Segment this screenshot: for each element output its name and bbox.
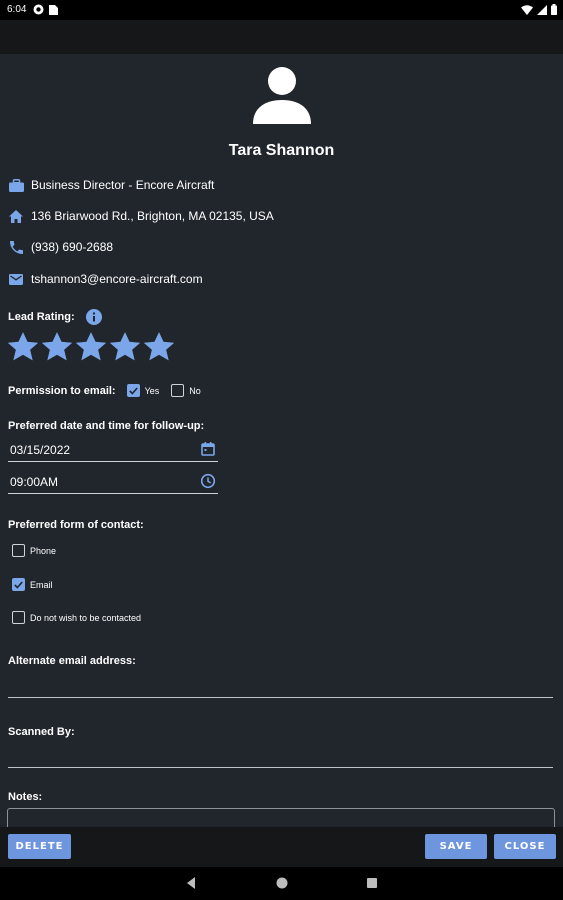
followup-time-field[interactable]: 09:00AM — [8, 472, 218, 494]
delete-button[interactable]: DELETE — [8, 834, 71, 859]
mail-icon — [8, 271, 24, 287]
phone-option-label: Phone — [30, 545, 57, 556]
star-icon[interactable] — [42, 332, 72, 362]
phone-icon — [8, 239, 24, 255]
signal-icon — [537, 4, 547, 15]
contact-option-phone[interactable]: Phone — [12, 544, 56, 557]
contact-option-email[interactable]: Email — [12, 578, 53, 591]
app-notification-icon — [33, 4, 44, 15]
save-button[interactable]: SAVE — [425, 834, 487, 859]
notes-textarea[interactable] — [7, 808, 555, 827]
clock-icon[interactable] — [200, 473, 216, 489]
calendar-icon[interactable] — [200, 441, 216, 457]
do-not-contact-checkbox[interactable] — [12, 611, 25, 624]
wifi-icon — [521, 4, 533, 15]
followup-time-value: 09:00AM — [10, 475, 59, 489]
email-option-label: Email — [30, 579, 53, 590]
contact-title: Business Director - Encore Aircraft — [31, 178, 215, 192]
permission-yes-checkbox[interactable] — [126, 384, 140, 397]
contact-email[interactable]: tshannon3@encore-aircraft.com — [31, 272, 203, 286]
star-icon[interactable] — [110, 332, 140, 362]
status-left-icons — [33, 4, 58, 15]
phone-checkbox[interactable] — [12, 544, 25, 557]
contact-option-do-not-contact[interactable]: Do not wish to be contacted — [12, 611, 141, 624]
notes-label: Notes: — [8, 791, 43, 803]
system-nav-bar — [0, 867, 563, 900]
permission-label: Permission to email: — [8, 384, 116, 397]
contact-phone[interactable]: (938) 690-2688 — [31, 240, 113, 254]
followup-date-value: 03/15/2022 — [10, 443, 71, 457]
contact-address[interactable]: 136 Briarwood Rd., Brighton, MA 02135, U… — [31, 209, 274, 223]
star-icon[interactable] — [144, 332, 174, 362]
home-nav-icon[interactable] — [275, 876, 289, 890]
followup-label: Preferred date and time for follow-up: — [8, 420, 205, 432]
permission-no-label: No — [189, 385, 201, 396]
lead-detail-content: Tara Shannon Business Director - Encore … — [0, 54, 563, 827]
phone-row[interactable]: (938) 690-2688 — [8, 239, 113, 255]
bottom-action-bar: DELETE SAVE CLOSE — [0, 827, 563, 867]
status-bar: 6:04 — [0, 0, 563, 20]
scanned-by-label: Scanned By: — [8, 726, 75, 738]
home-icon — [8, 208, 24, 224]
sim-card-icon — [49, 5, 58, 15]
star-icon[interactable] — [76, 332, 106, 362]
alt-email-input[interactable] — [8, 696, 553, 698]
title-row: Business Director - Encore Aircraft — [8, 177, 214, 193]
permission-row: Permission to email: Yes No — [8, 384, 201, 397]
status-right-icons — [521, 4, 557, 15]
avatar-person-icon — [253, 67, 311, 124]
briefcase-icon — [8, 177, 24, 193]
star-icon[interactable] — [8, 332, 38, 362]
back-icon[interactable] — [184, 876, 198, 890]
status-time: 6:04 — [7, 4, 27, 15]
close-button[interactable]: CLOSE — [494, 834, 556, 859]
email-checkbox[interactable] — [12, 578, 25, 591]
app-bar — [0, 20, 563, 54]
permission-yes-label: Yes — [144, 385, 160, 396]
scanned-by-input[interactable] — [8, 766, 553, 768]
lead-rating-label: Lead Rating: — [8, 311, 75, 323]
address-row[interactable]: 136 Briarwood Rd., Brighton, MA 02135, U… — [8, 208, 274, 224]
alt-email-label: Alternate email address: — [8, 655, 136, 667]
permission-no-checkbox[interactable] — [171, 384, 185, 397]
info-icon[interactable] — [86, 309, 102, 325]
do-not-contact-label: Do not wish to be contacted — [30, 612, 142, 623]
lead-rating-stars — [8, 332, 174, 362]
followup-date-field[interactable]: 03/15/2022 — [8, 440, 218, 462]
battery-icon — [551, 4, 557, 15]
email-row[interactable]: tshannon3@encore-aircraft.com — [8, 271, 203, 287]
recents-icon[interactable] — [365, 876, 379, 890]
contact-form-label: Preferred form of contact: — [8, 519, 144, 531]
contact-name: Tara Shannon — [228, 142, 335, 159]
